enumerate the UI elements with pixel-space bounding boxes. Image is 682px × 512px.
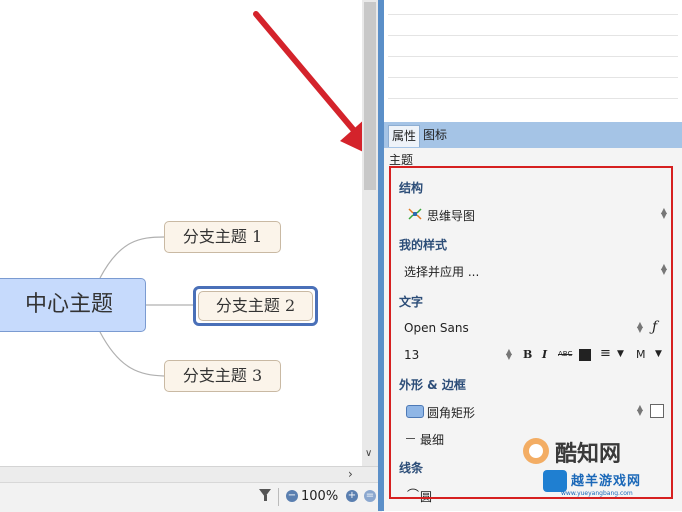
branch-topic-2[interactable]: 分支主题 2 <box>198 291 313 321</box>
watermark-site-name: 越羊游戏网 <box>571 474 642 489</box>
selected-branch-frame[interactable]: 分支主题 2 <box>193 286 318 326</box>
tab-icons[interactable]: 图标 <box>420 125 450 146</box>
list-line <box>388 77 678 78</box>
branch-topic-3[interactable]: 分支主题 3 <box>164 360 281 392</box>
watermark-url: www.yueyangbang.com <box>561 490 633 497</box>
red-arrow-annotation <box>253 11 362 152</box>
watermark: 酷知网 越羊游戏网 www.yueyangbang.com <box>521 436 681 511</box>
tab-properties[interactable]: 属性 <box>388 125 421 147</box>
watermark-house-icon <box>543 470 567 492</box>
list-line <box>388 14 678 15</box>
list-line <box>388 35 678 36</box>
zoom-out-icon[interactable]: − <box>286 490 298 502</box>
filter-icon-stem <box>264 495 267 501</box>
zoom-in-icon[interactable]: + <box>346 490 358 502</box>
status-separator <box>278 488 279 506</box>
watermark-brand: 酷知网 <box>555 442 622 467</box>
zoom-level: 100% <box>301 489 339 504</box>
mindmap-canvas[interactable]: 中心主题 分支主题 1 分支主题 2 分支主题 3 <box>0 0 362 466</box>
vertical-scrollbar[interactable]: ∨ <box>362 0 378 466</box>
watermark-logo-inner <box>529 444 543 458</box>
list-line <box>388 98 678 99</box>
branch-topic-1[interactable]: 分支主题 1 <box>164 221 281 253</box>
panel-tab-strip: 属性 图标 <box>384 122 682 148</box>
zoom-fit-icon[interactable]: = <box>364 490 376 502</box>
list-line <box>388 56 678 57</box>
horizontal-scrollbar[interactable]: › <box>0 466 378 483</box>
scroll-right-icon[interactable]: › <box>348 467 353 481</box>
scroll-down-icon[interactable]: ∨ <box>365 448 372 459</box>
center-topic[interactable]: 中心主题 <box>0 278 146 332</box>
vertical-scroll-thumb[interactable] <box>364 2 376 190</box>
panel-top-area <box>384 0 682 122</box>
status-bar: − 100% + = <box>0 482 382 512</box>
